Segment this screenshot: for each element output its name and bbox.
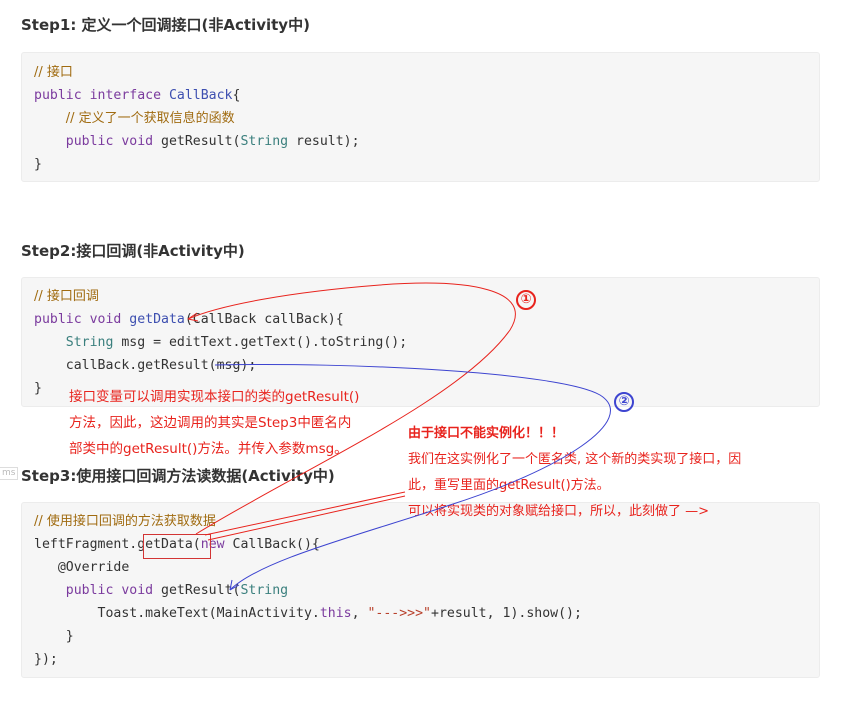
- code-line: public void getResult(String: [34, 579, 582, 602]
- code-token: void: [121, 134, 162, 149]
- code-line: });: [34, 648, 582, 671]
- code-token: interface: [89, 88, 169, 103]
- code-line: callBack.getResult(msg);: [34, 354, 407, 377]
- code-line: leftFragment.getData(new CallBack(){: [34, 533, 582, 556]
- code-token: // 定义了一个获取信息的函数: [65, 111, 235, 126]
- code-token: +result,: [431, 606, 503, 621]
- code-token: String: [65, 335, 114, 350]
- step2-note-line-3: 部类中的getResult()方法。并传入参数msg。: [69, 441, 348, 457]
- code-token: public: [65, 583, 122, 598]
- code-token: void: [89, 312, 130, 327]
- code-token: getResult(: [161, 134, 241, 149]
- step-two-marker: ②: [614, 392, 634, 412]
- code-token: msg = editText.getText().toString();: [113, 335, 408, 350]
- annotation-bold-line: 由于接口不能实例化！！！: [408, 426, 565, 441]
- code-line: // 接口回调: [34, 285, 407, 308]
- step1-code-block: // 接口 public interface CallBack{ // 定义了一个…: [21, 52, 820, 182]
- code-token: {: [232, 88, 241, 103]
- code-token: public: [65, 134, 122, 149]
- step1-code: // 接口 public interface CallBack{ // 定义了一个…: [34, 61, 360, 176]
- code-token: }: [34, 381, 42, 396]
- code-line: public void getData(CallBack callBack){: [34, 308, 407, 331]
- code-token: // 接口: [34, 65, 73, 80]
- getdata-highlight-box: [143, 534, 211, 559]
- code-token: "--->>>": [367, 606, 432, 621]
- annotation-line-2: 此，重写里面的getResult()方法。: [408, 478, 610, 493]
- code-token: CallBack(){: [232, 537, 320, 552]
- code-token: void: [121, 583, 162, 598]
- code-line: public void getResult(String result);: [34, 130, 360, 153]
- step1-heading: Step1: 定义一个回调接口(非Activity中): [21, 16, 310, 34]
- side-tag: ms: [0, 467, 19, 480]
- step2-note-line-1: 接口变量可以调用实现本接口的类的getResult(): [69, 389, 360, 405]
- code-token: getResult(: [161, 583, 241, 598]
- code-line: Toast.makeText(MainActivity.this, "--->>…: [34, 602, 582, 625]
- code-token: public: [34, 88, 90, 103]
- code-token: String: [240, 134, 289, 149]
- code-line: }: [34, 153, 360, 176]
- code-token: }: [34, 629, 74, 644]
- code-line: String msg = editText.getText().toString…: [34, 331, 407, 354]
- step3-code: // 使用接口回调的方法获取数据 leftFragment.getData(new…: [34, 510, 582, 671]
- code-token: // 使用接口回调的方法获取数据: [34, 514, 216, 529]
- code-token: CallBack: [168, 88, 233, 103]
- code-token: getData: [129, 312, 185, 327]
- code-token: (CallBack callBack){: [184, 312, 344, 327]
- code-line: @Override: [34, 556, 582, 579]
- code-token: leftFragment.: [34, 537, 138, 552]
- code-line: public interface CallBack{: [34, 84, 360, 107]
- step3-heading: Step3:使用接口回调方法读数据(Activity中): [21, 467, 335, 485]
- code-token: Toast.makeText(MainActivity.: [34, 606, 320, 621]
- step2-code: // 接口回调 public void getData(CallBack call…: [34, 285, 407, 400]
- code-token: @Override: [34, 560, 130, 575]
- code-token: // 接口回调: [34, 289, 99, 304]
- code-line: // 接口: [34, 61, 360, 84]
- code-token: ).show();: [510, 606, 582, 621]
- code-token: this: [319, 606, 352, 621]
- step2-note-line-2: 方法，因此，这边调用的其实是Step3中匿名内: [69, 415, 352, 431]
- step-one-marker: ①: [516, 290, 536, 310]
- code-line: // 定义了一个获取信息的函数: [34, 107, 360, 130]
- code-line: }: [34, 625, 582, 648]
- code-token: ,: [351, 606, 368, 621]
- annotation-line-3: 可以将实现类的对象赋给接口，所以，此刻做了 —>: [408, 504, 710, 519]
- code-token: callBack.getResult(msg);: [34, 358, 257, 373]
- step3-code-block: // 使用接口回调的方法获取数据 leftFragment.getData(new…: [21, 502, 820, 678]
- code-token: result);: [288, 134, 360, 149]
- code-token: String: [240, 583, 289, 598]
- code-token: });: [34, 652, 58, 667]
- code-token: public: [34, 312, 90, 327]
- annotation-line-1: 我们在这实例化了一个匿名类, 这个新的类实现了接口，因: [408, 452, 742, 467]
- code-token: }: [34, 157, 42, 172]
- step2-heading: Step2:接口回调(非Activity中): [21, 242, 245, 260]
